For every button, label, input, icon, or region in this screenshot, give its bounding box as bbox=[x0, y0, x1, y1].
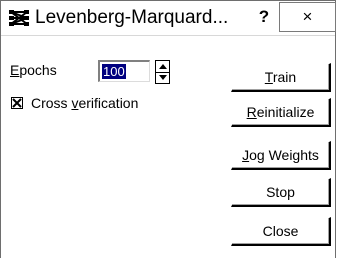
cross-verification-checkbox[interactable] bbox=[11, 97, 23, 109]
train-mnemonic: T bbox=[264, 69, 273, 85]
spin-down-button[interactable] bbox=[156, 72, 169, 83]
dialog-body: Epochs 100 Cross verification Train Rein… bbox=[1, 36, 335, 259]
train-rest: rain bbox=[272, 69, 297, 85]
cross-verification-label[interactable]: Cross verification bbox=[31, 95, 138, 111]
epochs-spinner[interactable] bbox=[155, 60, 170, 84]
epochs-label-mnemonic: E bbox=[10, 62, 20, 78]
title-bar[interactable]: Levenberg-Marquard... ? × bbox=[1, 1, 336, 36]
arrow-up-icon bbox=[158, 64, 167, 69]
dialog-window: Levenberg-Marquard... ? × Epochs 100 Cro… bbox=[0, 0, 336, 258]
checkmark-x-icon bbox=[12, 98, 22, 108]
help-button[interactable]: ? bbox=[253, 5, 275, 29]
cv-label-after: erification bbox=[78, 95, 139, 111]
arrow-down-icon bbox=[158, 75, 167, 80]
epochs-value: 100 bbox=[102, 64, 126, 79]
train-button[interactable]: Train bbox=[231, 63, 331, 92]
epochs-label-rest: pochs bbox=[19, 62, 57, 78]
network-app-icon bbox=[8, 9, 30, 27]
reinitialize-button[interactable]: Reinitialize bbox=[231, 98, 331, 127]
reinitialize-rest: einitialize bbox=[256, 104, 315, 120]
stop-button[interactable]: Stop bbox=[231, 178, 331, 207]
close-button[interactable]: Close bbox=[231, 217, 331, 246]
cv-label-before: Cross bbox=[31, 95, 72, 111]
jog-weights-rest: og Weights bbox=[249, 147, 319, 163]
close-window-button[interactable]: × bbox=[279, 2, 336, 32]
window-title: Levenberg-Marquard... bbox=[35, 7, 229, 28]
epochs-label: Epochs bbox=[10, 62, 57, 78]
reinitialize-mnemonic: R bbox=[246, 104, 257, 120]
jog-weights-button[interactable]: Jog Weights bbox=[231, 141, 331, 170]
